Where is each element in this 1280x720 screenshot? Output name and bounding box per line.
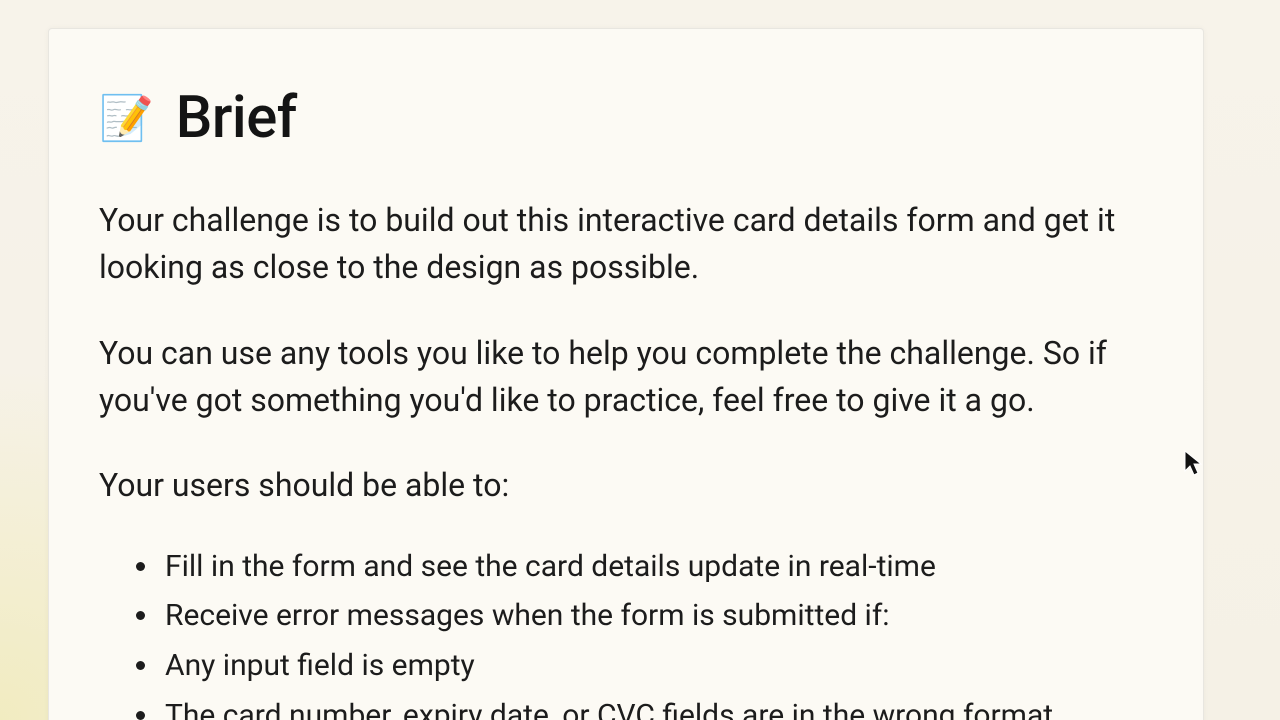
paragraph-tools: You can use any tools you like to help y…	[99, 330, 1139, 425]
memo-icon: 📝	[99, 96, 154, 140]
list-item: The card number, expiry date, or CVC fie…	[161, 693, 1153, 720]
brief-card: 📝 Brief Your challenge is to build out t…	[48, 28, 1204, 720]
heading-row: 📝 Brief	[99, 84, 1153, 152]
list-item: Fill in the form and see the card detail…	[161, 544, 1153, 590]
heading-text: Brief	[176, 84, 297, 152]
paragraph-lead: Your users should be able to:	[99, 462, 1139, 509]
paragraph-challenge: Your challenge is to build out this inte…	[99, 197, 1139, 292]
requirements-list: Fill in the form and see the card detail…	[99, 544, 1153, 720]
page-background: 📝 Brief Your challenge is to build out t…	[0, 0, 1280, 720]
list-item: Any input field is empty	[161, 643, 1153, 689]
list-item: Receive error messages when the form is …	[161, 593, 1153, 639]
